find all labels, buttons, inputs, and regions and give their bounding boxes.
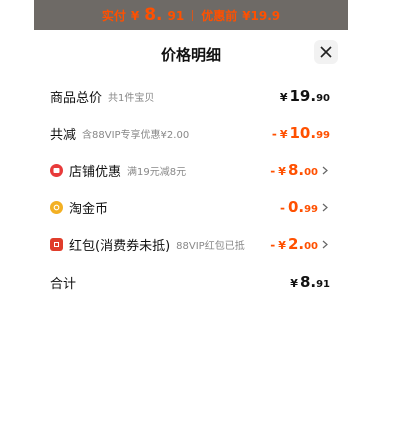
row-store-discount[interactable]: 店铺优惠 满19元减8元 - ¥ 8. 00: [50, 160, 330, 180]
row-grand-total: 合计 ¥ 8. 91: [50, 272, 330, 292]
sheet-title: 价格明细: [160, 46, 221, 64]
close-button[interactable]: [314, 40, 338, 64]
pay-amount-int: 8.: [144, 5, 163, 25]
currency-symbol: ¥: [279, 91, 288, 104]
coin-icon: [50, 200, 63, 214]
chevron-right-icon: [322, 166, 330, 175]
price-detail-sheet: 价格明细 商品总价 共1件宝贝 ¥ 19. 90 共减 含88VIP专享优惠¥2.…: [34, 30, 348, 424]
close-icon: [320, 46, 332, 58]
row-label: 共减: [50, 127, 77, 143]
amount-int: 0.: [287, 198, 305, 216]
row-taobao-coins[interactable]: 淘金币 - 0. 99: [50, 197, 330, 217]
currency-symbol: ¥: [278, 239, 286, 252]
amount-dec: 00: [304, 167, 318, 178]
chevron-right-icon: [322, 203, 330, 212]
currency-symbol: ¥: [278, 165, 286, 178]
amount-int: 19.: [289, 87, 317, 105]
row-sublabel: 满19元减8元: [127, 166, 187, 178]
amount-dec: 90: [316, 93, 330, 104]
amount-dec: 91: [316, 279, 330, 290]
row-total-discount: 共减 含88VIP专享优惠¥2.00 - ¥ 10. 99: [50, 123, 330, 143]
amount-int: 2.: [287, 235, 305, 253]
row-red-packet[interactable]: 红包(消费券未抵) 88VIP红包已抵 - ¥ 2. 00: [50, 234, 330, 254]
amount-int: 8.: [299, 273, 317, 291]
row-sublabel: 含88VIP专享优惠¥2.00: [82, 129, 190, 141]
original-label: 优惠前: [201, 9, 238, 23]
row-label: 合计: [50, 276, 77, 292]
minus-sign: -: [270, 164, 276, 178]
row-amount: - ¥ 10. 99: [272, 124, 330, 142]
minus-sign: -: [270, 238, 276, 252]
row-sublabel: 88VIP红包已抵: [176, 240, 245, 252]
row-goods-total: 商品总价 共1件宝贝 ¥ 19. 90: [50, 86, 330, 106]
original-price: ¥19.9: [242, 9, 281, 23]
row-label: 红包(消费券未抵): [69, 238, 171, 254]
row-sublabel: 共1件宝贝: [108, 92, 155, 104]
divider: [192, 9, 194, 21]
amount-dec: 00: [304, 241, 318, 252]
row-amount: - ¥ 2. 00: [270, 235, 318, 253]
row-label: 淘金币: [69, 201, 109, 217]
pay-amount-dec: 91: [167, 9, 185, 23]
row-amount: - 0. 99: [280, 198, 318, 216]
pay-summary: 实付 ¥ 8. 91 优惠前 ¥19.9: [102, 5, 280, 25]
amount-dec: 99: [304, 204, 318, 215]
amount-int: 8.: [287, 161, 305, 179]
amount-dec: 99: [316, 130, 330, 141]
row-label: 店铺优惠: [69, 164, 122, 180]
store-icon: [50, 163, 63, 177]
row-amount: ¥ 8. 91: [290, 273, 330, 291]
row-label: 商品总价: [50, 90, 103, 106]
currency-symbol: ¥: [290, 277, 298, 290]
amount-int: 10.: [289, 124, 317, 142]
pay-currency: ¥: [130, 9, 140, 23]
pay-label: 实付: [101, 9, 126, 23]
red-packet-icon: [50, 237, 63, 251]
checkout-bar: 实付 ¥ 8. 91 优惠前 ¥19.9: [34, 0, 348, 30]
chevron-right-icon: [322, 240, 330, 249]
minus-sign: -: [279, 201, 285, 215]
row-amount: ¥ 19. 90: [280, 87, 330, 105]
row-amount: - ¥ 8. 00: [270, 161, 318, 179]
minus-sign: -: [271, 127, 277, 141]
currency-symbol: ¥: [279, 128, 288, 141]
